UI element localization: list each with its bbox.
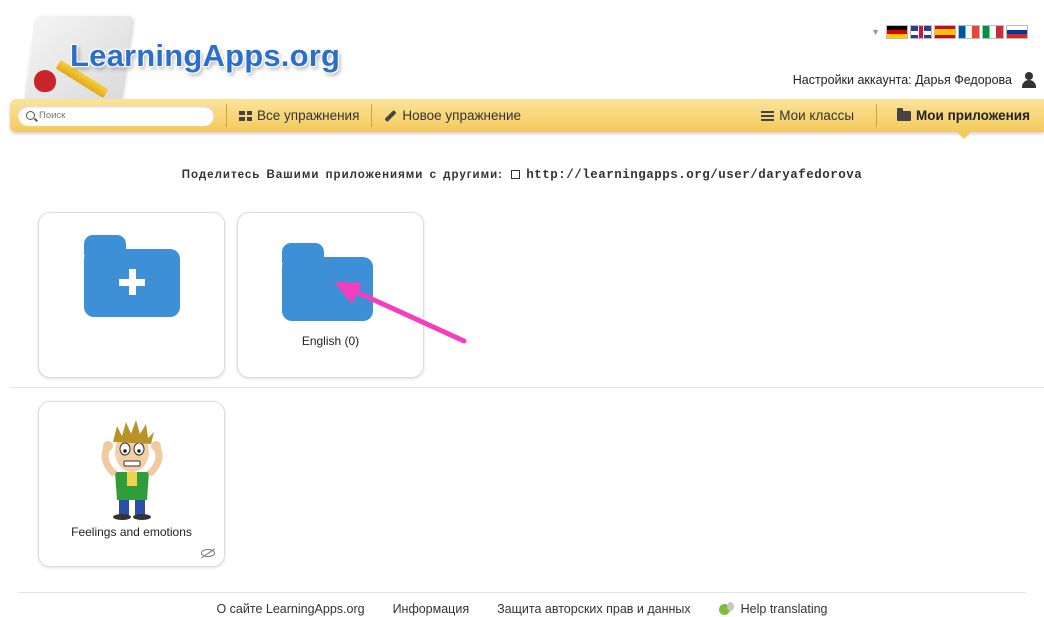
footer-help-link[interactable]: Help translating	[718, 602, 828, 616]
search-icon	[26, 111, 35, 120]
nav-my-apps-label: Мои приложения	[916, 108, 1030, 123]
share-line: Поделитесь Вашими приложениями с другими…	[0, 168, 1044, 182]
boy-cartoon-thumbnail	[101, 420, 163, 520]
flag-gb-icon[interactable]	[910, 25, 932, 39]
language-selector[interactable]: ▼	[871, 25, 1028, 39]
eye-hidden-icon[interactable]	[201, 549, 215, 557]
folder-label: English (0)	[301, 334, 360, 348]
app-label: Feelings and emotions	[71, 525, 192, 539]
app-card-feelings[interactable]: Feelings and emotions	[38, 401, 225, 567]
nav-new-exercise[interactable]: Новое упражнение	[384, 108, 521, 123]
account-label[interactable]: Настройки аккаунта: Дарья Федорова	[793, 73, 1012, 87]
flag-es-icon[interactable]	[934, 25, 956, 39]
footer: О сайте LearningApps.org Информация Защи…	[0, 602, 1044, 616]
caret-down-icon[interactable]: ▼	[871, 27, 880, 37]
nav-all-exercises-label: Все упражнения	[257, 108, 360, 123]
flag-fr-icon[interactable]	[958, 25, 980, 39]
nav-divider	[226, 104, 227, 127]
search-input[interactable]	[39, 110, 199, 121]
list-icon	[761, 110, 775, 121]
folder-open-icon	[897, 107, 912, 121]
footer-about-link[interactable]: О сайте LearningApps.org	[216, 602, 364, 616]
nav-my-apps[interactable]: Мои приложения	[897, 107, 1030, 123]
folder-icon	[282, 257, 373, 321]
pencil-icon	[384, 109, 397, 122]
nav-my-classes-label: Мои классы	[779, 108, 855, 123]
active-tab-indicator	[957, 132, 971, 139]
external-link-icon	[511, 170, 521, 179]
nav-divider	[876, 104, 878, 127]
translate-help-icon	[718, 602, 735, 616]
folder-card-english[interactable]: English (0)	[237, 212, 424, 378]
logo[interactable]: LearningApps.org	[18, 12, 378, 112]
share-url[interactable]: http://learningapps.org/user/daryafedoro…	[526, 168, 862, 182]
flag-de-icon[interactable]	[886, 25, 908, 39]
flag-ru-icon[interactable]	[1006, 25, 1028, 39]
search-box[interactable]	[18, 105, 214, 126]
footer-info-label: Информация	[392, 602, 470, 616]
main-navbar: Все упражнения Новое упражнение Мои клас…	[10, 99, 1044, 132]
footer-about-label: О сайте LearningApps.org	[216, 602, 365, 616]
grid-icon	[239, 110, 252, 121]
footer-privacy-label: Защита авторских прав и данных	[497, 602, 691, 616]
plus-icon-vertical	[129, 269, 136, 295]
nav-all-exercises[interactable]: Все упражнения	[239, 108, 359, 123]
logo-text: LearningApps.org	[70, 38, 341, 73]
account-settings[interactable]: Настройки аккаунта: Дарья Федорова	[793, 72, 1036, 88]
flag-it-icon[interactable]	[982, 25, 1004, 39]
user-icon[interactable]	[1022, 72, 1036, 88]
nav-my-classes[interactable]: Мои классы	[761, 108, 854, 123]
footer-divider	[18, 592, 1026, 593]
new-folder-card[interactable]	[38, 212, 225, 378]
nav-divider	[371, 104, 373, 127]
apple-icon	[34, 70, 56, 92]
footer-help-label: Help translating	[740, 602, 828, 616]
section-divider	[10, 387, 1044, 388]
share-label: Поделитесь Вашими приложениями с другими…	[181, 169, 503, 181]
footer-info-link[interactable]: Информация	[393, 602, 470, 616]
nav-new-exercise-label: Новое упражнение	[402, 108, 522, 123]
footer-privacy-link[interactable]: Защита авторских прав и данных	[497, 602, 691, 616]
